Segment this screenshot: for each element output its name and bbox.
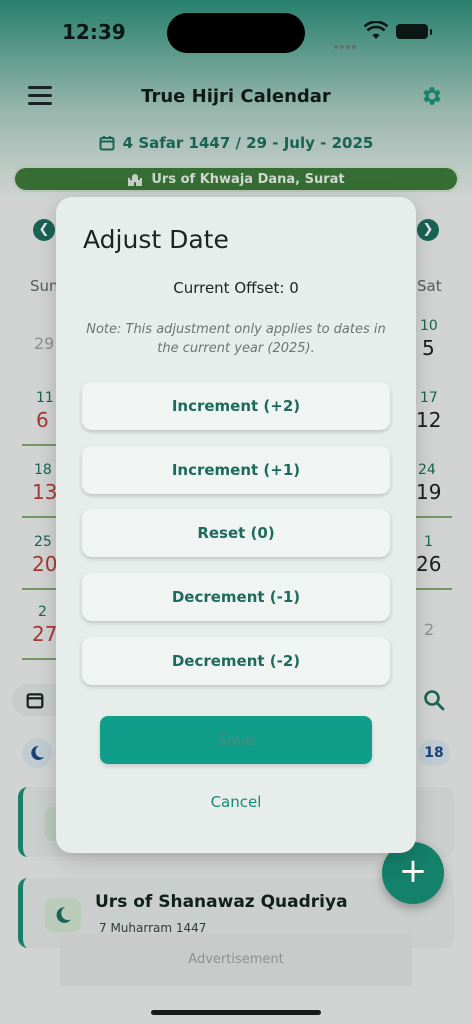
decrement-2-button[interactable]: Decrement (-2) — [82, 637, 390, 685]
reset-button[interactable]: Reset (0) — [82, 509, 390, 557]
adjustment-note: Note: This adjustment only applies to da… — [86, 322, 386, 356]
increment-1-button[interactable]: Increment (+1) — [82, 446, 390, 494]
home-indicator[interactable] — [151, 1010, 321, 1015]
decrement-1-button[interactable]: Decrement (-1) — [82, 573, 390, 621]
cancel-button[interactable]: Cancel — [56, 793, 416, 811]
save-button[interactable]: Save — [100, 716, 372, 764]
dialog-title: Adjust Date — [83, 225, 229, 254]
current-offset-label: Current Offset: 0 — [173, 279, 299, 297]
adjust-date-dialog: Adjust Date Current Offset: 0 Note: This… — [56, 197, 416, 853]
increment-2-button[interactable]: Increment (+2) — [82, 382, 390, 430]
